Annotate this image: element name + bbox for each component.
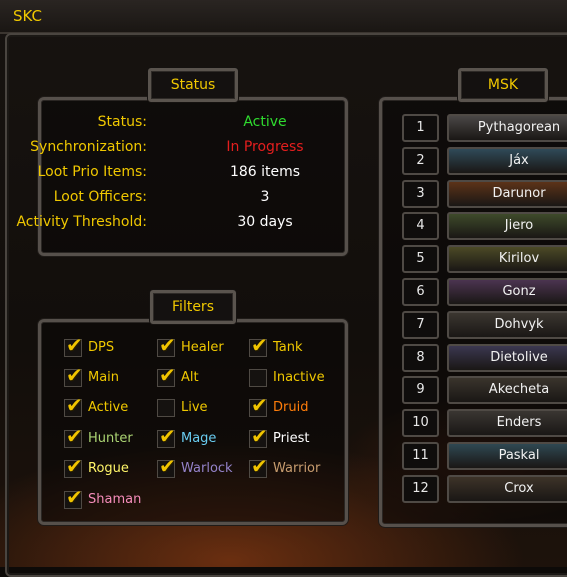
skc-window: SKC Status Status: Active Synchronization:… <box>0 0 567 577</box>
checkbox-box[interactable]: ✔ <box>249 456 268 478</box>
msk-rank: 7 <box>402 310 439 339</box>
checkmark-icon: ✔ <box>66 424 83 448</box>
status-value: 3 <box>260 189 270 205</box>
msk-member-name[interactable]: Darunor <box>447 179 567 208</box>
checkmark-icon: ✔ <box>159 424 176 448</box>
msk-rank: 8 <box>402 343 439 372</box>
checkmark-icon: ✔ <box>159 363 176 387</box>
msk-panel-title: MSK <box>458 68 548 102</box>
msk-member-name[interactable]: Pythagorean <box>447 114 567 142</box>
msk-rank: 9 <box>402 376 439 405</box>
checkmark-icon: ✔ <box>66 333 83 357</box>
msk-member-name[interactable]: Enders <box>447 409 567 438</box>
msk-member-name[interactable]: Akecheta <box>447 376 567 405</box>
checkmark-icon: ✔ <box>159 454 176 478</box>
window-title: SKC <box>13 7 43 25</box>
checkbox-box[interactable]: ✔ <box>64 395 83 417</box>
filter-label: Warrior <box>273 461 321 476</box>
checkbox-box[interactable]: ✔ <box>157 426 176 448</box>
status-value: 186 items <box>229 164 301 180</box>
checkmark-icon: ✔ <box>66 485 83 509</box>
filter-label: Live <box>181 400 208 415</box>
msk-rank: 5 <box>402 245 439 274</box>
status-key: Synchronization: <box>30 139 147 155</box>
filter-label: Priest <box>273 431 310 446</box>
status-row: Loot Officers: 3 <box>0 189 300 209</box>
checkbox-box[interactable]: ✔ <box>64 456 83 478</box>
checkbox-box[interactable]: ✔ <box>64 426 83 448</box>
status-key: Activity Threshold: <box>16 214 147 230</box>
status-value: In Progress <box>226 139 304 155</box>
filter-label: Main <box>88 370 120 385</box>
checkbox-box[interactable]: ✔ <box>249 335 268 357</box>
checkbox-box[interactable]: ✔ <box>157 456 176 478</box>
checkmark-icon: ✔ <box>66 363 83 387</box>
msk-member-name[interactable]: Dietolive <box>447 343 567 372</box>
msk-rank: 12 <box>402 474 439 503</box>
msk-rank: 10 <box>402 409 439 438</box>
checkmark-icon: ✔ <box>251 393 268 417</box>
checkbox-box[interactable] <box>249 369 267 387</box>
status-key: Status: <box>97 114 147 130</box>
status-value: Active <box>243 114 287 130</box>
msk-member-name[interactable]: Jáx <box>447 146 567 175</box>
checkbox-box[interactable]: ✔ <box>157 365 176 387</box>
status-value: 30 days <box>237 214 293 230</box>
msk-member-name[interactable]: Dohvyk <box>447 310 567 339</box>
checkbox-box[interactable]: ✔ <box>249 395 268 417</box>
msk-rank: 1 <box>402 114 439 142</box>
filter-label: Druid <box>273 400 309 415</box>
filter-label: Healer <box>181 340 224 355</box>
status-key: Loot Prio Items: <box>37 164 147 180</box>
filter-label: Active <box>88 400 129 415</box>
filter-label: DPS <box>88 340 115 355</box>
checkmark-icon: ✔ <box>66 454 83 478</box>
filter-label: Tank <box>273 340 303 355</box>
checkmark-icon: ✔ <box>159 333 176 357</box>
status-row: Activity Threshold: 30 days <box>0 214 300 234</box>
msk-rank: 3 <box>402 179 439 208</box>
filter-label: Warlock <box>181 461 233 476</box>
checkbox-box[interactable]: ✔ <box>157 335 176 357</box>
msk-rank: 11 <box>402 442 439 470</box>
status-key: Loot Officers: <box>53 189 147 205</box>
checkmark-icon: ✔ <box>251 333 268 357</box>
filter-label: Mage <box>181 431 217 446</box>
checkbox-box[interactable]: ✔ <box>249 426 268 448</box>
checkbox-box[interactable]: ✔ <box>64 487 83 509</box>
status-panel-title: Status <box>148 68 238 102</box>
status-row: Synchronization: In Progress <box>0 139 303 159</box>
msk-member-name[interactable]: Gonz <box>447 278 567 306</box>
msk-rank: 6 <box>402 278 439 306</box>
filter-label: Alt <box>181 370 199 385</box>
status-row: Status: Active <box>0 114 300 134</box>
checkmark-icon: ✔ <box>251 424 268 448</box>
checkbox-box[interactable] <box>157 399 175 417</box>
checkmark-icon: ✔ <box>66 393 83 417</box>
msk-member-name[interactable]: Jiero <box>447 212 567 241</box>
msk-member-name[interactable]: Kirilov <box>447 245 567 274</box>
msk-member-name[interactable]: Crox <box>447 474 567 503</box>
checkmark-icon: ✔ <box>251 454 268 478</box>
checkbox-box[interactable]: ✔ <box>64 365 83 387</box>
msk-rank: 4 <box>402 212 439 241</box>
status-row: Loot Prio Items: 186 items <box>0 164 300 184</box>
filter-label: Shaman <box>88 492 142 507</box>
checkbox-box[interactable]: ✔ <box>64 335 83 357</box>
msk-member-name[interactable]: Paskal <box>447 442 567 470</box>
filter-label: Inactive <box>273 370 325 385</box>
filter-label: Hunter <box>88 431 133 446</box>
filters-panel-title: Filters <box>150 290 236 324</box>
msk-rank: 2 <box>402 146 439 175</box>
title-bar[interactable]: SKC <box>0 0 567 34</box>
filter-label: Rogue <box>88 461 129 476</box>
